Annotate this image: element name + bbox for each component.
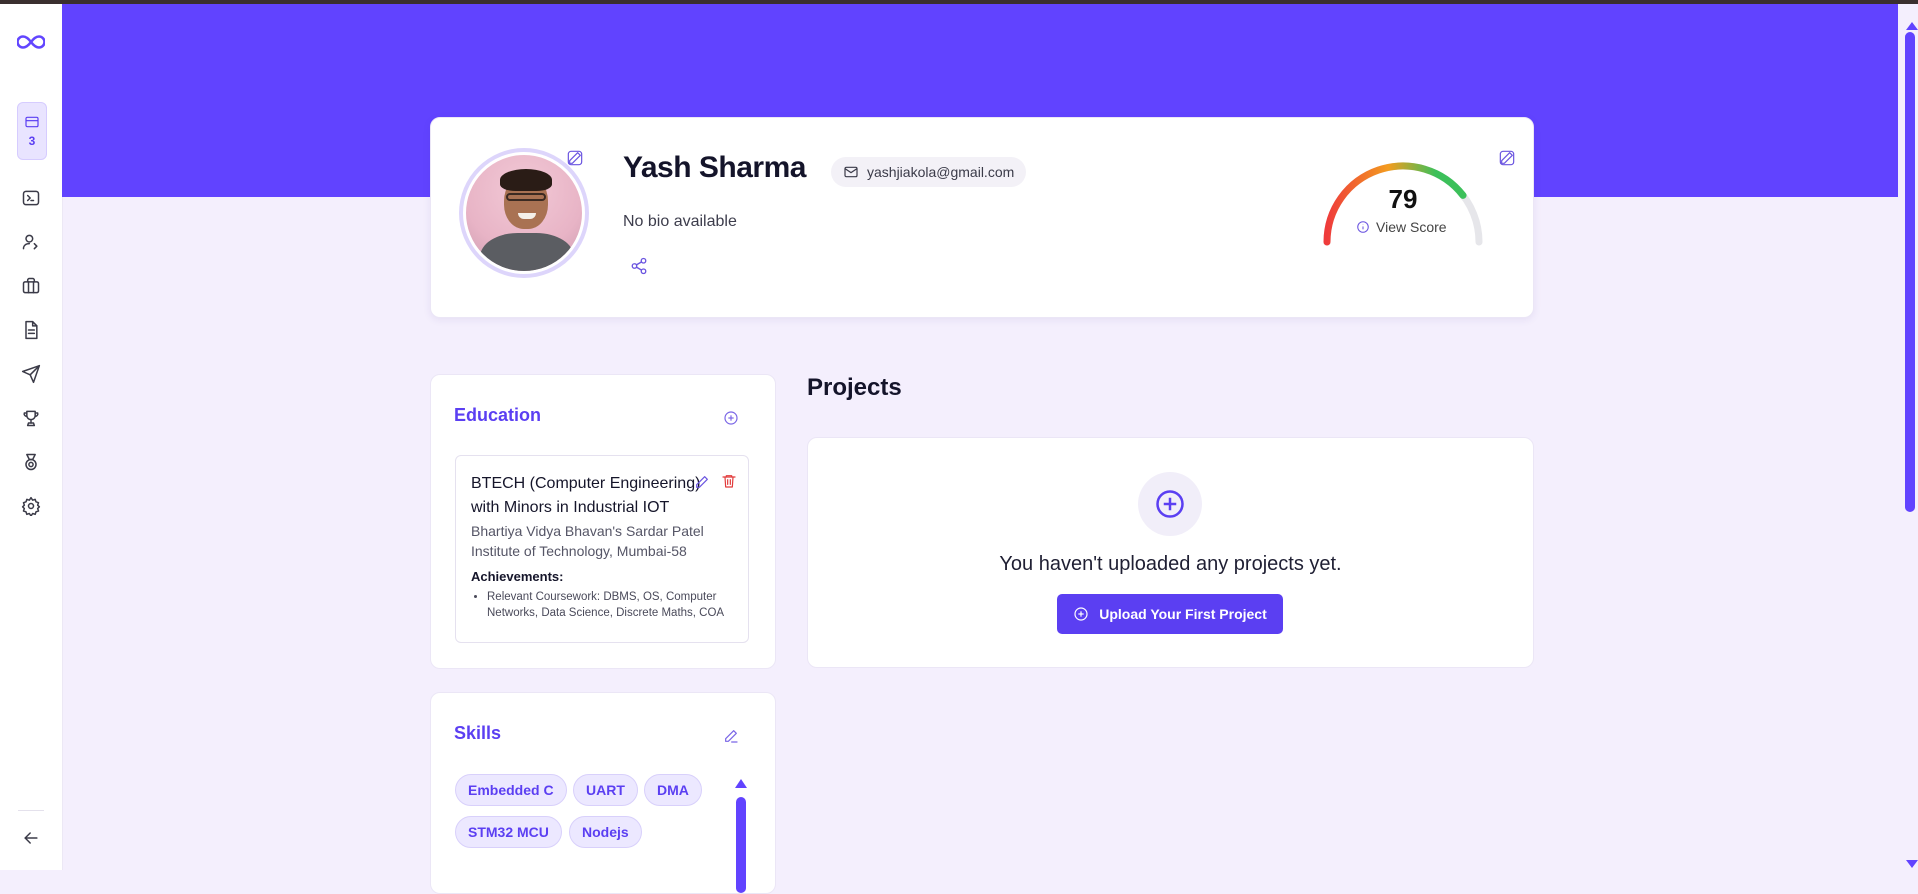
profile-name: Yash Sharma — [623, 151, 806, 184]
medal-icon — [25, 453, 37, 471]
skills-title: Skills — [454, 723, 502, 743]
view-score-link[interactable]: View Score — [1356, 219, 1447, 235]
delete-education-button[interactable] — [721, 473, 737, 494]
infinity-logo-icon[interactable] — [16, 30, 46, 54]
achievements-list: Relevant Coursework: DBMS, OS, Computer … — [471, 589, 757, 621]
education-item: BTECH (Computer Engineering) with Minors… — [455, 455, 749, 643]
sidebar-divider — [18, 810, 44, 811]
sidebar-item-badges[interactable] — [19, 450, 43, 474]
mail-icon — [844, 166, 858, 178]
terminal-icon — [22, 190, 40, 206]
arrow-left-icon — [24, 832, 38, 844]
scroll-thumb[interactable] — [1905, 32, 1915, 512]
edit-education-button[interactable] — [694, 474, 710, 495]
sidebar-item-jobs[interactable] — [19, 274, 43, 298]
add-project-button[interactable] — [1138, 472, 1202, 536]
pencil-square-icon — [567, 150, 583, 166]
email-chip: yashjiakola@gmail.com — [831, 157, 1027, 187]
sidebar-item-terminal[interactable] — [19, 186, 43, 210]
scroll-up-arrow[interactable] — [1906, 22, 1918, 30]
trophy-icon — [23, 410, 39, 427]
achievement-item: Relevant Coursework: DBMS, OS, Computer … — [487, 589, 757, 621]
view-score-label: View Score — [1376, 219, 1447, 235]
briefcase-icon — [22, 277, 40, 294]
edit-skills-button[interactable] — [723, 728, 741, 746]
education-title: Education — [454, 405, 542, 425]
projects-empty-message: You haven't uploaded any projects yet. — [999, 553, 1342, 575]
achievements-label: Achievements: — [471, 569, 564, 584]
sidebar-credits-badge[interactable]: 3 — [17, 102, 47, 160]
email-text: yashjiakola@gmail.com — [867, 164, 1015, 180]
settings-icon — [21, 496, 41, 516]
scroll-down-arrow[interactable] — [1906, 860, 1918, 868]
sidebar-item-settings[interactable] — [19, 494, 43, 518]
skills-scroll-up-arrow[interactable] — [735, 779, 747, 788]
plus-circle-icon — [1074, 607, 1088, 621]
skill-chip[interactable]: Embedded C — [455, 774, 567, 806]
share-profile-button[interactable] — [630, 257, 650, 277]
edit-avatar-button[interactable] — [567, 150, 585, 168]
send-icon — [21, 364, 41, 384]
document-icon — [25, 320, 38, 340]
skill-chip[interactable]: STM32 MCU — [455, 816, 562, 848]
education-card: Education BTECH (Computer Engineering) w… — [430, 374, 776, 669]
plus-circle-icon — [724, 411, 738, 425]
avatar — [463, 152, 585, 274]
skill-chip[interactable]: DMA — [644, 774, 702, 806]
profile-bio: No bio available — [623, 213, 737, 230]
edit-profile-button[interactable] — [1499, 150, 1517, 168]
education-degree: BTECH (Computer Engineering) with Minors… — [471, 475, 701, 516]
credits-count: 3 — [28, 134, 36, 148]
pencil-icon — [696, 476, 708, 488]
projects-card: You haven't uploaded any projects yet. U… — [807, 437, 1534, 668]
user-edit-icon — [22, 234, 38, 250]
sidebar-item-achievements[interactable] — [19, 406, 43, 430]
skills-scroll-thumb[interactable] — [736, 797, 746, 893]
skill-chip[interactable]: UART — [573, 774, 638, 806]
info-icon — [1357, 221, 1369, 233]
education-institute: Bhartiya Vidya Bhavan's Sardar Patel Ins… — [471, 523, 704, 559]
sidebar-item-resume[interactable] — [19, 318, 43, 342]
sidebar-item-profile[interactable] — [19, 230, 43, 254]
pencil-icon — [725, 730, 738, 743]
pencil-square-icon — [1499, 150, 1515, 166]
trash-icon — [722, 475, 736, 488]
sidebar: 3 — [0, 4, 63, 870]
skill-chip[interactable]: Nodejs — [569, 816, 642, 848]
score-value: 79 — [1388, 184, 1418, 214]
upload-first-project-button[interactable]: Upload Your First Project — [1057, 594, 1283, 634]
upload-button-label: Upload Your First Project — [1099, 606, 1267, 622]
add-education-button[interactable] — [723, 410, 741, 428]
plus-circle-icon — [1156, 490, 1184, 518]
profile-card: Yash Sharma yashjiakola@gmail.com No bio… — [430, 117, 1534, 318]
projects-title: Projects — [807, 374, 902, 401]
skills-card: Skills Embedded C UART DMA STM32 MCU Nod… — [430, 692, 776, 894]
card-icon — [25, 116, 39, 128]
sidebar-item-applications[interactable] — [19, 362, 43, 386]
collapse-sidebar-button[interactable] — [19, 826, 43, 850]
share-icon — [631, 257, 647, 275]
